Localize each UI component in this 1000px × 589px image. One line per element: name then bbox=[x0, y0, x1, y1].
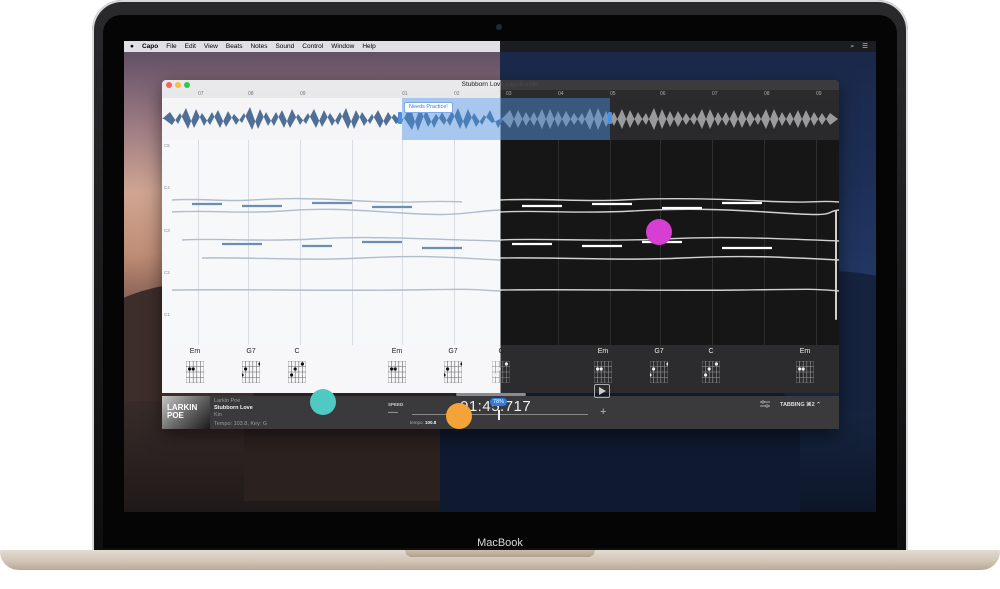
spectrogram-notes bbox=[171, 197, 839, 292]
timeline-tick: 01 bbox=[402, 91, 408, 97]
menu-bar-icons: ⌕ ☰ bbox=[851, 41, 868, 52]
menu-window[interactable]: Window bbox=[331, 41, 354, 52]
chord-diagram[interactable]: C bbox=[282, 348, 312, 390]
chord-name: Em bbox=[799, 348, 811, 355]
selection-end-handle[interactable] bbox=[608, 112, 612, 124]
chord-name: G7 bbox=[654, 348, 664, 355]
fretboard-graphic bbox=[288, 361, 306, 383]
chord-diagram[interactable]: Em bbox=[180, 348, 210, 390]
window-title-text: Stubborn Love.capobundle bbox=[461, 81, 540, 88]
fretboard-graphic bbox=[388, 361, 406, 383]
screen: ● Capo File Edit View Beats Notes Sound … bbox=[124, 41, 876, 512]
settings-sliders-icon[interactable] bbox=[760, 400, 770, 408]
fretboard-graphic bbox=[796, 361, 814, 383]
chord-name: C bbox=[498, 348, 504, 355]
track-artist: Larkin Poe bbox=[214, 398, 241, 404]
timeline-tick: 05 bbox=[610, 91, 616, 97]
chord-diagram[interactable]: G7 bbox=[644, 348, 674, 390]
beat-timeline[interactable]: 07 08 09 01 02 03 04 05 06 07 08 09 bbox=[162, 90, 839, 98]
menu-beats[interactable]: Beats bbox=[226, 41, 243, 52]
menu-help[interactable]: Help bbox=[362, 41, 375, 52]
track-tempo-key: Tempo: 103.8, Key: G bbox=[214, 421, 268, 427]
spotlight-icon[interactable]: ⌕ bbox=[851, 41, 855, 52]
chord-name: C bbox=[294, 348, 300, 355]
timeline-tick: 09 bbox=[816, 91, 822, 97]
speed-slider[interactable] bbox=[412, 414, 588, 415]
teal-marker bbox=[310, 389, 336, 415]
apple-icon[interactable]: ● bbox=[130, 41, 134, 52]
fretboard-graphic bbox=[186, 361, 204, 383]
title-bar: Stubborn Love.capobundle bbox=[162, 80, 839, 90]
chord-name: Em bbox=[189, 348, 201, 355]
menu-notes[interactable]: Notes bbox=[250, 41, 267, 52]
track-info: Larkin Poe Stubborn Love Kin Tempo: 103.… bbox=[214, 398, 267, 428]
fretboard-graphic bbox=[650, 361, 668, 383]
selection-start-handle[interactable] bbox=[398, 112, 402, 124]
timeline-tick: 06 bbox=[660, 91, 666, 97]
speed-slider-knob[interactable] bbox=[498, 410, 500, 420]
menu-file[interactable]: File bbox=[166, 41, 176, 52]
spectrogram[interactable]: C5 C4 C3 C2 C1 bbox=[162, 140, 839, 345]
menu-app-name[interactable]: Capo bbox=[142, 41, 158, 52]
notification-center-icon[interactable]: ☰ bbox=[862, 41, 868, 52]
play-icon bbox=[599, 387, 606, 395]
capo-window: Stubborn Love.capobundle 07 08 09 01 02 … bbox=[162, 80, 839, 429]
timeline-tick: 07 bbox=[712, 91, 718, 97]
menu-control[interactable]: Control bbox=[302, 41, 323, 52]
play-button[interactable] bbox=[594, 384, 610, 398]
tabbing-selector[interactable]: TABBING ⌘2 ⌃ bbox=[780, 402, 821, 408]
macbook-label: MacBook bbox=[477, 537, 523, 549]
tempo-label: tempo: bbox=[410, 420, 424, 425]
track-album: Kin bbox=[214, 412, 222, 418]
menu-sound[interactable]: Sound bbox=[275, 41, 294, 52]
chord-diagram[interactable]: Em bbox=[790, 348, 820, 390]
timeline-tick: 04 bbox=[558, 91, 564, 97]
fretboard-graphic bbox=[444, 361, 462, 383]
tempo-value: 100.8 bbox=[425, 420, 437, 425]
menu-edit[interactable]: Edit bbox=[185, 41, 196, 52]
timeline-tick: 09 bbox=[300, 91, 306, 97]
laptop-notch bbox=[405, 550, 595, 557]
chord-name: Em bbox=[391, 348, 403, 355]
magenta-marker bbox=[646, 219, 672, 245]
menu-view[interactable]: View bbox=[204, 41, 218, 52]
menu-bar: ● Capo File Edit View Beats Notes Sound … bbox=[124, 41, 876, 52]
timeline-tick: 07 bbox=[198, 91, 204, 97]
album-cover-line2: POE bbox=[167, 411, 184, 420]
menu-bar-dark bbox=[500, 41, 876, 52]
chord-diagram[interactable]: G7 bbox=[438, 348, 468, 390]
chord-diagram[interactable]: C bbox=[696, 348, 726, 390]
chord-diagram[interactable]: C bbox=[486, 348, 516, 390]
timeline-tick: 08 bbox=[764, 91, 770, 97]
chord-diagram[interactable]: Em bbox=[382, 348, 412, 390]
timeline-tick: 03 bbox=[506, 91, 512, 97]
needs-practice-label[interactable]: Needs Practice! bbox=[404, 102, 453, 113]
speed-increase-button[interactable]: + bbox=[600, 406, 606, 418]
album-art: LARKIN POE bbox=[162, 396, 210, 429]
tempo-readout: tempo: 100.8 bbox=[410, 420, 436, 425]
chord-name: G7 bbox=[448, 348, 458, 355]
fretboard-graphic bbox=[594, 361, 612, 383]
fretboard-graphic bbox=[242, 361, 260, 383]
album-cover-text: LARKIN POE bbox=[167, 404, 197, 420]
spectrogram-scrollbar[interactable] bbox=[835, 210, 837, 320]
camera bbox=[496, 24, 502, 30]
orange-marker bbox=[446, 403, 472, 429]
chord-name: Em bbox=[597, 348, 609, 355]
chord-diagram[interactable]: G7 bbox=[236, 348, 266, 390]
chord-lane: Em G7 C Em G7 C Em G7 C Em bbox=[162, 345, 839, 393]
fretboard-graphic bbox=[492, 361, 510, 383]
window-title: Stubborn Love.capobundle bbox=[162, 80, 839, 90]
menu-items: ● Capo File Edit View Beats Notes Sound … bbox=[130, 41, 376, 52]
speed-decrease-button[interactable]: — bbox=[388, 407, 398, 418]
fretboard-graphic bbox=[702, 361, 720, 383]
speed-percent-badge: 78% bbox=[490, 398, 508, 406]
chord-name: G7 bbox=[246, 348, 256, 355]
timeline-tick: 08 bbox=[248, 91, 254, 97]
timeline-tick: 02 bbox=[454, 91, 460, 97]
track-title: Stubborn Love bbox=[214, 405, 253, 411]
chord-name: C bbox=[708, 348, 714, 355]
